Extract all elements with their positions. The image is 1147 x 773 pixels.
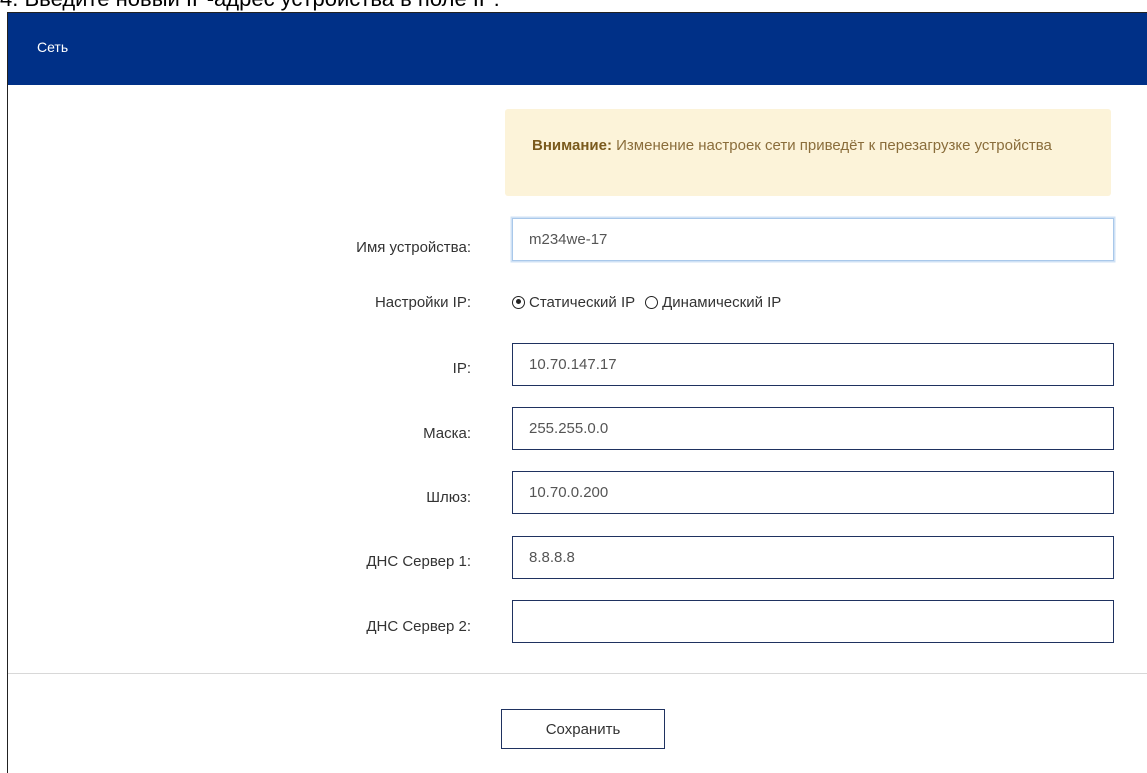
gateway-label: Шлюз: [426,489,471,506]
network-settings-panel: Сеть Внимание: Изменение настроек сети п… [7,12,1147,773]
document-caption: 4. Введите новый IP-адрес устройства в п… [0,0,500,10]
warning-text: Изменение настроек сети приведёт к перез… [611,137,1052,154]
ip-input[interactable] [512,343,1114,386]
gateway-input[interactable] [512,471,1114,514]
mask-label: Маска: [423,425,471,442]
device-name-label: Имя устройства: [356,239,471,256]
ip-settings-label: Настройки IP: [374,294,471,311]
dns1-input[interactable] [512,536,1114,579]
device-name-input[interactable] [512,218,1114,261]
footer-divider [8,673,1147,674]
dynamic-ip-radio[interactable]: Динамический IP [645,294,781,311]
static-ip-radio[interactable]: Статический IP [512,294,635,311]
ip-mode-radio-group: Статический IP Динамический IP [512,291,791,313]
warning-alert: Внимание: Изменение настроек сети привед… [505,109,1111,196]
save-button[interactable]: Сохранить [501,709,665,749]
radio-checked-icon [512,295,525,309]
dynamic-ip-label: Динамический IP [662,293,782,311]
static-ip-label: Статический IP [529,293,636,311]
dns1-label: ДНС Сервер 1: [366,553,471,570]
dns2-label: ДНС Сервер 2: [366,618,471,635]
dns2-input[interactable] [512,600,1114,643]
radio-unchecked-icon [645,295,659,309]
ip-label: IP: [452,360,471,377]
warning-label: Внимание: [532,137,612,154]
mask-input[interactable] [512,407,1114,450]
panel-title: Сеть [37,39,69,55]
panel-header: Сеть [8,13,1147,85]
